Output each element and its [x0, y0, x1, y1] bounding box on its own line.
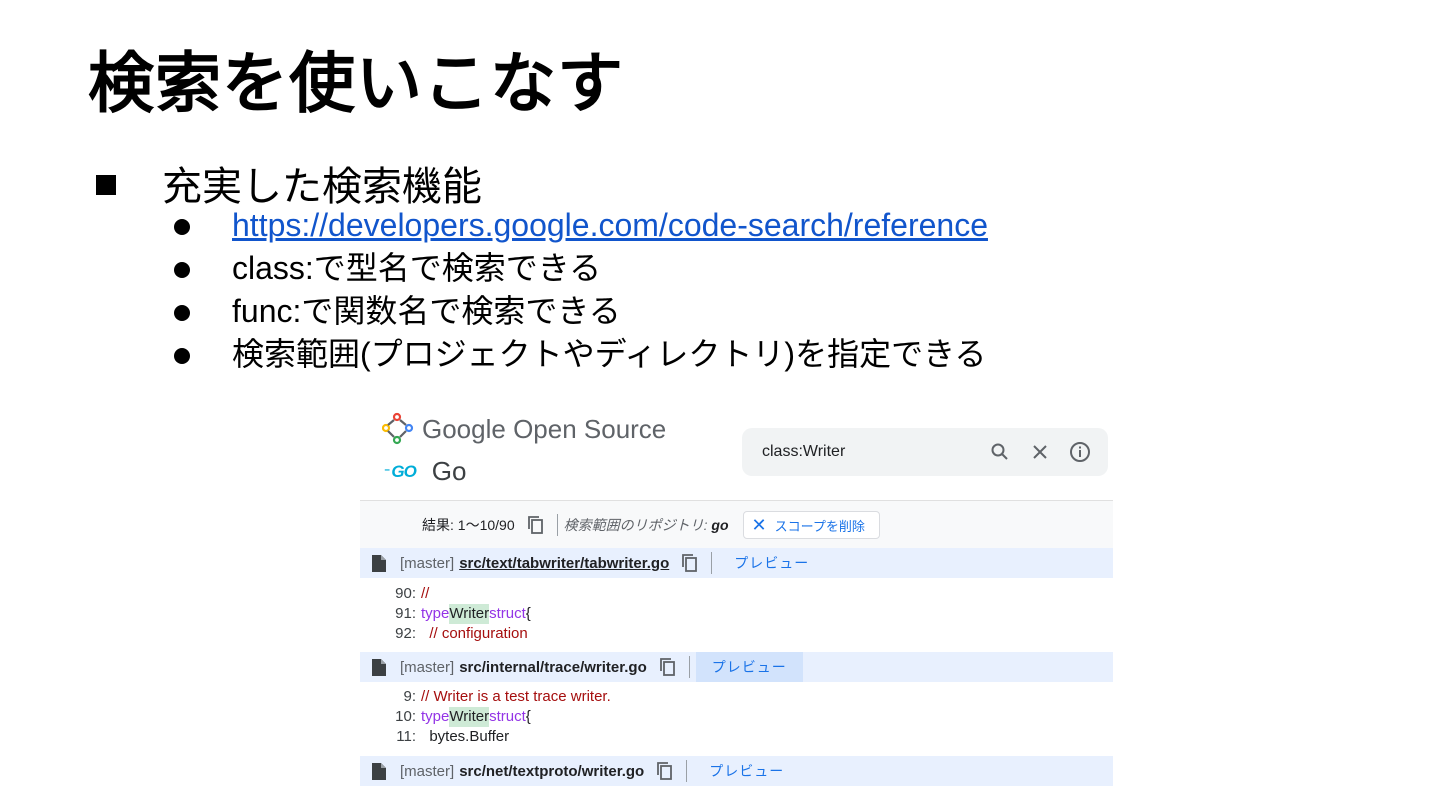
- code-line: 90://: [395, 585, 430, 602]
- copy-icon[interactable]: [681, 553, 699, 573]
- clear-icon[interactable]: [1028, 440, 1052, 464]
- code-search-screenshot: Google Open Source ⁼ GO Go class:Writer …: [360, 402, 1113, 794]
- code-line: 9:// Writer is a test trace writer.: [403, 688, 611, 705]
- results-count: 結果: 1〜10/90: [422, 517, 515, 533]
- reference-link[interactable]: https://developers.google.com/code-searc…: [232, 204, 988, 247]
- scope-label: 検索範囲のリポジトリ: go: [563, 517, 729, 533]
- feature-list: https://developers.google.com/code-searc…: [172, 204, 988, 376]
- list-item-text: 検索範囲(プロジェクトやディレクトリ)を指定できる: [232, 336, 987, 372]
- project-name: Go: [431, 456, 467, 486]
- results-bar: 結果: 1〜10/90 検索範囲のリポジトリ: go ✕ スコープを削除: [360, 500, 1113, 549]
- search-box[interactable]: class:Writer: [742, 428, 1108, 476]
- file-path-link[interactable]: src/text/tabwriter/tabwriter.go: [459, 555, 669, 572]
- code-line: 91: type Writer struct {: [395, 604, 531, 624]
- search-icon[interactable]: [988, 440, 1012, 464]
- bullet-dot-icon: [174, 347, 190, 364]
- file-path-link[interactable]: src/net/textproto/writer.go: [459, 763, 644, 780]
- info-icon[interactable]: [1068, 440, 1092, 464]
- branch-label: [master]: [400, 762, 455, 780]
- code-line: 10: type Writer struct {: [395, 707, 531, 727]
- bullet-dot-icon: [174, 261, 190, 278]
- search-input[interactable]: class:Writer: [762, 443, 988, 461]
- close-icon: ✕: [751, 515, 767, 535]
- google-open-source-logo-icon: [382, 412, 414, 445]
- list-item: https://developers.google.com/code-searc…: [172, 204, 988, 247]
- slide-title: 検索を使いこなす: [88, 45, 624, 122]
- code-snippet: 90:// 91: type Writer struct { 92: // con…: [360, 584, 1113, 644]
- copy-icon[interactable]: [656, 761, 674, 781]
- preview-button[interactable]: プレビュー: [718, 548, 825, 578]
- list-item-text: class:で型名で検索できる: [232, 250, 602, 286]
- code-line: 11: bytes.Buffer: [396, 728, 510, 745]
- branch-label: [master]: [400, 658, 455, 676]
- remove-scope-button[interactable]: ✕ スコープを削除: [742, 511, 880, 539]
- brand-header[interactable]: Google Open Source: [382, 412, 666, 446]
- divider: [686, 760, 688, 782]
- bullet-dot-icon: [174, 304, 190, 321]
- list-item: 検索範囲(プロジェクトやディレクトリ)を指定できる: [172, 333, 988, 376]
- remove-scope-label: スコープを削除: [774, 518, 865, 534]
- preview-button[interactable]: プレビュー: [695, 652, 803, 682]
- scope-value: go: [711, 517, 729, 533]
- divider: [711, 552, 713, 574]
- divider: [556, 514, 558, 536]
- project-header[interactable]: ⁼ GO Go: [384, 456, 466, 487]
- preview-button[interactable]: プレビュー: [693, 756, 800, 786]
- bullet-dot-icon: [174, 218, 190, 235]
- code-line: 92: // configuration: [395, 625, 528, 642]
- copy-icon[interactable]: [659, 657, 677, 677]
- match-highlight: Writer: [449, 604, 490, 624]
- branch-label: [master]: [400, 554, 455, 572]
- divider: [688, 656, 690, 678]
- brand-name: Google Open Source: [422, 413, 667, 444]
- result-file-header: [master] src/text/tabwriter/tabwriter.go…: [360, 548, 1113, 578]
- file-icon: [372, 762, 386, 780]
- result-file-header: [master] src/net/textproto/writer.go プレビ…: [360, 756, 1113, 786]
- file-icon: [372, 554, 386, 572]
- list-item-text: func:で関数名で検索できる: [232, 293, 621, 329]
- match-highlight: Writer: [449, 707, 490, 727]
- result-file-header: [master] src/internal/trace/writer.go プレ…: [360, 652, 1113, 682]
- list-item: class:で型名で検索できる: [172, 247, 988, 290]
- go-logo-icon: GO: [391, 461, 416, 481]
- copy-icon[interactable]: [527, 515, 545, 535]
- file-path-link[interactable]: src/internal/trace/writer.go: [459, 659, 647, 676]
- file-icon: [372, 658, 386, 676]
- list-item: func:で関数名で検索できる: [172, 290, 988, 333]
- square-bullet-icon: [96, 175, 116, 195]
- speed-lines-icon: ⁼: [384, 464, 391, 479]
- code-snippet: 9:// Writer is a test trace writer. 10: t…: [360, 687, 1113, 747]
